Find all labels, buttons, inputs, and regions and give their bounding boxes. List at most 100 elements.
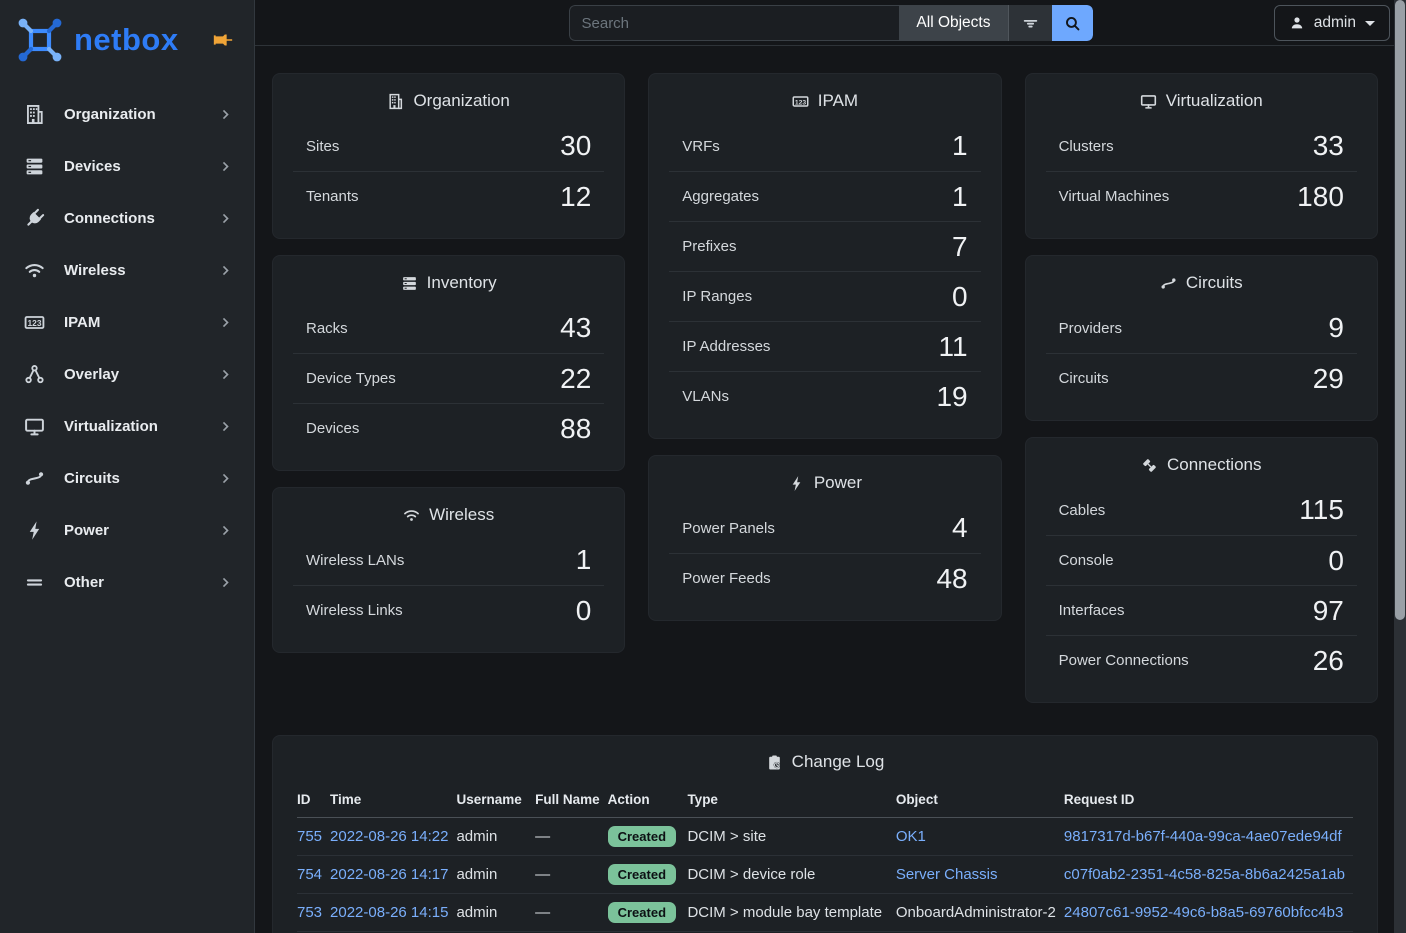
changelog-table: ID Time Username Full Name Action Type O…	[297, 786, 1353, 932]
logo-row: netbox	[0, 0, 254, 78]
sidebar-item-other[interactable]: Other	[0, 556, 254, 608]
status-badge: Created	[608, 826, 676, 847]
changelog-time-link[interactable]: 2022-08-26 14:15	[330, 904, 448, 921]
changelog-id-link[interactable]: 755	[297, 828, 322, 845]
chevron-right-icon	[219, 264, 232, 277]
stat-label: Prefixes	[682, 238, 736, 255]
filter-button[interactable]	[1008, 5, 1052, 41]
changelog-request-id-link[interactable]: 24807c61-9952-49c6-b8a5-69760bfcc4b3	[1064, 904, 1343, 921]
stat-row: Prefixes 7	[669, 221, 980, 271]
sidebar-item-virtualization[interactable]: Virtualization	[0, 400, 254, 452]
stat-value: 19	[936, 381, 967, 413]
changelog-username: admin	[456, 894, 535, 932]
search-scope-button[interactable]: All Objects	[899, 5, 1007, 41]
changelog-time-link[interactable]: 2022-08-26 14:17	[330, 866, 448, 883]
stat-label: Clusters	[1059, 138, 1114, 155]
sidebar-item-overlay[interactable]: Overlay	[0, 348, 254, 400]
logo-wordmark[interactable]: netbox	[74, 22, 179, 58]
chevron-right-icon	[219, 576, 232, 589]
wifi-icon	[403, 507, 420, 524]
scrollbar-track[interactable]	[1394, 0, 1406, 933]
changelog-type: DCIM > module bay template	[687, 894, 895, 932]
card-title: Inventory	[427, 273, 497, 293]
sidebar-item-ipam[interactable]: 123 IPAM	[0, 296, 254, 348]
column-header-request-id: Request ID	[1064, 786, 1353, 818]
user-menu-button[interactable]: admin	[1274, 5, 1390, 41]
svg-text:123: 123	[795, 99, 807, 106]
search-input[interactable]	[569, 5, 900, 41]
card-title: Wireless	[429, 505, 494, 525]
lightning-icon	[24, 520, 45, 541]
stat-label: Tenants	[306, 188, 359, 205]
pin-sidebar-icon[interactable]	[212, 29, 234, 51]
search-group: All Objects	[569, 5, 1093, 41]
stat-label: Interfaces	[1059, 602, 1125, 619]
stat-value: 22	[560, 363, 591, 395]
stat-value: 180	[1297, 181, 1344, 213]
changelog-request-id-link[interactable]: 9817317d-b67f-440a-99ca-4ae07ede94df	[1064, 828, 1342, 845]
stat-value: 97	[1313, 595, 1344, 627]
organization-card: Organization Sites 30 Tenants 12	[272, 73, 625, 239]
table-header-row: ID Time Username Full Name Action Type O…	[297, 786, 1353, 818]
sidebar-item-connections[interactable]: Connections	[0, 192, 254, 244]
chevron-right-icon	[219, 420, 232, 433]
stat-label: Aggregates	[682, 188, 759, 205]
changelog-object-link[interactable]: OK1	[896, 828, 926, 845]
scrollbar-thumb[interactable]	[1395, 0, 1405, 620]
sidebar-item-devices[interactable]: Devices	[0, 140, 254, 192]
changelog-time-link[interactable]: 2022-08-26 14:22	[330, 828, 448, 845]
sidebar-item-label: IPAM	[64, 314, 100, 331]
stat-value: 26	[1313, 645, 1344, 677]
changelog-object-link[interactable]: Server Chassis	[896, 866, 998, 883]
search-submit-button[interactable]	[1052, 5, 1093, 41]
stat-label: Device Types	[306, 370, 396, 387]
card-header: Inventory	[273, 256, 624, 293]
column-header-action: Action	[608, 786, 688, 818]
netbox-logo-icon[interactable]	[16, 16, 64, 64]
stat-label: VLANs	[682, 388, 729, 405]
stat-label: Virtual Machines	[1059, 188, 1170, 205]
sidebar-item-label: Wireless	[64, 262, 126, 279]
sidebar-item-label: Devices	[64, 158, 121, 175]
graph-icon	[24, 364, 45, 385]
sidebar-nav: Organization Devices	[0, 88, 254, 608]
transit-icon	[24, 468, 45, 489]
virtualization-card: Virtualization Clusters 33 Virtual Machi…	[1025, 73, 1378, 239]
stat-row: Wireless Links 0	[293, 585, 604, 635]
changelog-username: admin	[456, 856, 535, 894]
changelog-id-link[interactable]: 753	[297, 904, 322, 921]
changelog-object: OnboardAdministrator-2	[896, 894, 1064, 932]
changelog-id-link[interactable]: 754	[297, 866, 322, 883]
stat-row: Clusters 33	[1046, 121, 1357, 171]
monitor-icon	[24, 416, 45, 437]
stat-label: Wireless Links	[306, 602, 403, 619]
stat-row: Console 0	[1046, 535, 1357, 585]
column-header-type: Type	[687, 786, 895, 818]
search-icon	[1064, 15, 1081, 32]
changelog-card: Change Log ID Time Username Full Name Ac…	[272, 735, 1378, 933]
sidebar-item-organization[interactable]: Organization	[0, 88, 254, 140]
wifi-icon	[24, 260, 45, 281]
stat-row: Power Feeds 48	[669, 553, 980, 603]
stat-value: 115	[1299, 494, 1344, 526]
clipboard-clock-icon	[766, 754, 783, 771]
changelog-request-id-link[interactable]: c07f0ab2-2351-4c58-825a-8b6a2425a1ab	[1064, 866, 1345, 883]
sidebar-item-power[interactable]: Power	[0, 504, 254, 556]
sidebar-item-label: Organization	[64, 106, 156, 123]
stats-grid: Organization Sites 30 Tenants 12	[272, 73, 1378, 703]
stats-column-1: Organization Sites 30 Tenants 12	[272, 73, 625, 653]
sidebar-item-circuits[interactable]: Circuits	[0, 452, 254, 504]
card-header: Organization	[273, 74, 624, 111]
column-header-username: Username	[456, 786, 535, 818]
stat-value: 43	[560, 312, 591, 344]
card-header: Connections	[1026, 438, 1377, 475]
ipam-card: 123 IPAM VRFs 1 Aggregates 1 Pref	[648, 73, 1001, 439]
stat-label: Cables	[1059, 502, 1106, 519]
transit-icon	[1160, 275, 1177, 292]
server-rack-icon	[401, 275, 418, 292]
stat-row: IP Ranges 0	[669, 271, 980, 321]
stat-label: Power Feeds	[682, 570, 770, 587]
stat-row: Racks 43	[293, 303, 604, 353]
sidebar-item-wireless[interactable]: Wireless	[0, 244, 254, 296]
sidebar-item-label: Virtualization	[64, 418, 158, 435]
